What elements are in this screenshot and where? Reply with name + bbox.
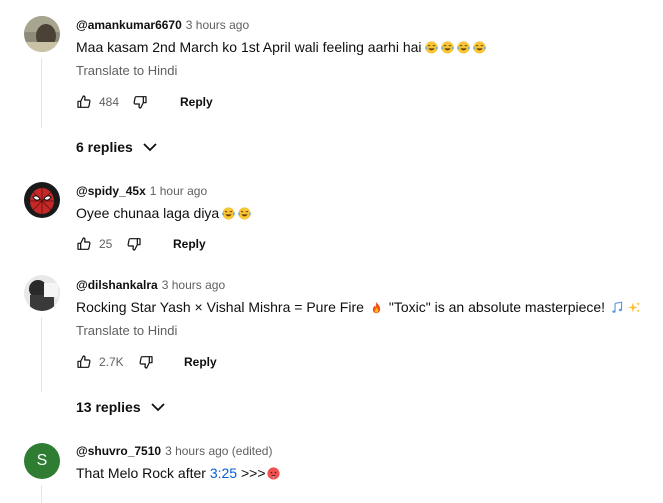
like-count: 484 [99, 95, 120, 109]
dislike-icon[interactable] [138, 354, 154, 370]
fire-emoji-icon [370, 301, 383, 314]
musical-notes-emoji-icon [611, 301, 624, 314]
tears-of-joy-emoji-icon [222, 207, 235, 220]
tears-of-joy-emoji-icon [473, 41, 486, 54]
like-count: 25 [99, 237, 113, 251]
avatar[interactable] [24, 16, 60, 52]
translate-link[interactable]: Translate to Hindi [76, 322, 177, 340]
comment-body-continued: >>> [240, 465, 266, 481]
comment-timestamp[interactable]: 3 hours ago [162, 278, 225, 292]
view-replies-button[interactable]: 13 replies [76, 397, 165, 417]
comment-text: Oyee chunaa laga diya [76, 203, 251, 223]
comment-actions: 484 Reply [76, 92, 213, 112]
tears-of-joy-emoji-icon [441, 41, 454, 54]
comment-body: That Melo Rock after [76, 465, 206, 481]
like-icon[interactable] [76, 236, 92, 252]
like-count: 2.7K [99, 355, 124, 369]
tears-of-joy-emoji-icon [425, 41, 438, 54]
comment-text: Maa kasam 2nd March ko 1st April wali fe… [76, 37, 486, 57]
comment-header: @amankumar6670 3 hours ago [76, 17, 249, 33]
dislike-icon[interactable] [126, 236, 142, 252]
comment-text: Rocking Star Yash × Vishal Mishra = Pure… [76, 297, 641, 317]
replies-count-label: 6 replies [76, 139, 133, 155]
comment-body-continued: "Toxic" is an absolute masterpiece! [388, 299, 606, 315]
comment-text: That Melo Rock after 3:25 >>> [76, 463, 280, 483]
tears-of-joy-emoji-icon [457, 41, 470, 54]
comment-actions: 2.7K Reply [76, 352, 217, 372]
thread-line [41, 317, 42, 392]
view-replies-button[interactable]: 6 replies [76, 137, 157, 157]
dislike-icon[interactable] [132, 94, 148, 110]
comment-body: Rocking Star Yash × Vishal Mishra = Pure… [76, 299, 364, 315]
avatar-letter: S [36, 452, 48, 469]
video-timestamp-link[interactable]: 3:25 [210, 465, 237, 481]
comment-timestamp[interactable]: 1 hour ago [150, 184, 207, 198]
avatar[interactable] [24, 182, 60, 218]
author-name[interactable]: @shuvro_7510 [76, 444, 161, 458]
comment-timestamp[interactable]: 3 hours ago [186, 18, 249, 32]
comment-body: Oyee chunaa laga diya [76, 205, 220, 221]
comment-header: @dilshankalra 3 hours ago [76, 277, 225, 293]
reply-button[interactable]: Reply [173, 237, 206, 251]
avatar[interactable] [24, 275, 60, 311]
author-name[interactable]: @amankumar6670 [76, 18, 182, 32]
author-name[interactable]: @spidy_45x [76, 184, 146, 198]
comment-timestamp[interactable]: 3 hours ago (edited) [165, 444, 272, 458]
author-name[interactable]: @dilshankalra [76, 278, 158, 292]
chevron-down-icon [150, 403, 165, 412]
avatar[interactable]: S [24, 443, 60, 479]
translate-link[interactable]: Translate to Hindi [76, 62, 177, 80]
hot-face-emoji-icon [267, 467, 280, 480]
thread-line [41, 485, 42, 503]
comment-actions: 25 Reply [76, 234, 206, 254]
reply-button[interactable]: Reply [180, 95, 213, 109]
replies-count-label: 13 replies [76, 399, 141, 415]
thread-line [41, 58, 42, 128]
tears-of-joy-emoji-icon [238, 207, 251, 220]
like-icon[interactable] [76, 354, 92, 370]
comment-header: @shuvro_7510 3 hours ago (edited) [76, 443, 272, 459]
like-icon[interactable] [76, 94, 92, 110]
reply-button[interactable]: Reply [184, 355, 217, 369]
comment-body: Maa kasam 2nd March ko 1st April wali fe… [76, 39, 422, 55]
comment-header: @spidy_45x 1 hour ago [76, 183, 207, 199]
sparkles-emoji-icon [628, 301, 641, 314]
chevron-down-icon [143, 143, 157, 152]
